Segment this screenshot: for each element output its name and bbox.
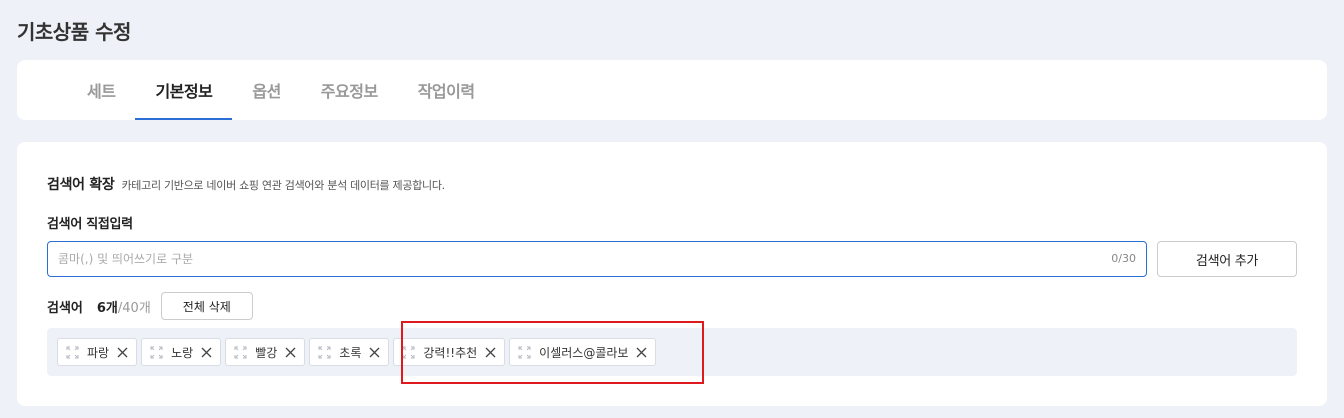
tab-label: 세트 <box>87 82 116 101</box>
section-description: 카테고리 기반으로 네이버 쇼핑 연관 검색어와 분석 데이터를 제공합니다. <box>121 179 445 192</box>
keyword-summary: 검색어 6개 /40개 전체 삭제 <box>47 292 253 320</box>
tab-label: 작업이력 <box>417 82 475 101</box>
tab-history[interactable]: 작업이력 <box>398 60 495 120</box>
keyword-chip-label: 노랑 <box>171 345 194 360</box>
direct-input-label: 검색어 직접입력 <box>47 217 133 232</box>
tab-options[interactable]: 옵션 <box>232 60 300 120</box>
section-header: 검색어 확장 카테고리 기반으로 네이버 쇼핑 연관 검색어와 분석 데이터를 … <box>47 174 445 194</box>
tab-bar: 세트 기본정보 옵션 주요정보 작업이력 <box>17 60 1327 120</box>
keyword-chip-label: 빨강 <box>255 345 278 360</box>
close-icon[interactable] <box>369 347 380 358</box>
close-icon[interactable] <box>117 347 128 358</box>
tab-label: 옵션 <box>252 82 281 101</box>
tab-set[interactable]: 세트 <box>67 60 135 120</box>
close-icon[interactable] <box>285 347 296 358</box>
keyword-chip-label: 초록 <box>339 345 362 360</box>
drag-handle-icon[interactable] <box>318 346 331 359</box>
keyword-chip[interactable]: 빨강 <box>225 338 306 366</box>
keyword-count: 6개 <box>96 300 118 316</box>
keyword-chip[interactable]: 파랑 <box>57 338 138 366</box>
highlight-box <box>401 321 704 384</box>
drag-handle-icon[interactable] <box>234 346 247 359</box>
keyword-input-wrapper: 0/30 <box>47 241 1147 277</box>
keyword-chip-label: 파랑 <box>87 345 110 360</box>
tab-label: 주요정보 <box>320 82 378 101</box>
keyword-chip[interactable]: 초록 <box>309 338 390 366</box>
keyword-label: 검색어 <box>47 300 83 316</box>
section-title: 검색어 확장 <box>47 177 115 193</box>
close-icon[interactable] <box>201 347 212 358</box>
drag-handle-icon[interactable] <box>150 346 163 359</box>
tab-key-info[interactable]: 주요정보 <box>301 60 398 120</box>
keyword-input[interactable] <box>48 242 1088 276</box>
tab-basic-info[interactable]: 기본정보 <box>135 60 233 120</box>
delete-all-button[interactable]: 전체 삭제 <box>160 292 253 320</box>
tab-label: 기본정보 <box>155 82 213 101</box>
keyword-max: /40개 <box>117 300 151 316</box>
page-title: 기초상품 수정 <box>17 20 131 44</box>
drag-handle-icon[interactable] <box>66 346 79 359</box>
add-keyword-button[interactable]: 검색어 추가 <box>1157 241 1297 277</box>
input-counter: 0/30 <box>1111 252 1136 265</box>
keyword-chip[interactable]: 노랑 <box>141 338 222 366</box>
